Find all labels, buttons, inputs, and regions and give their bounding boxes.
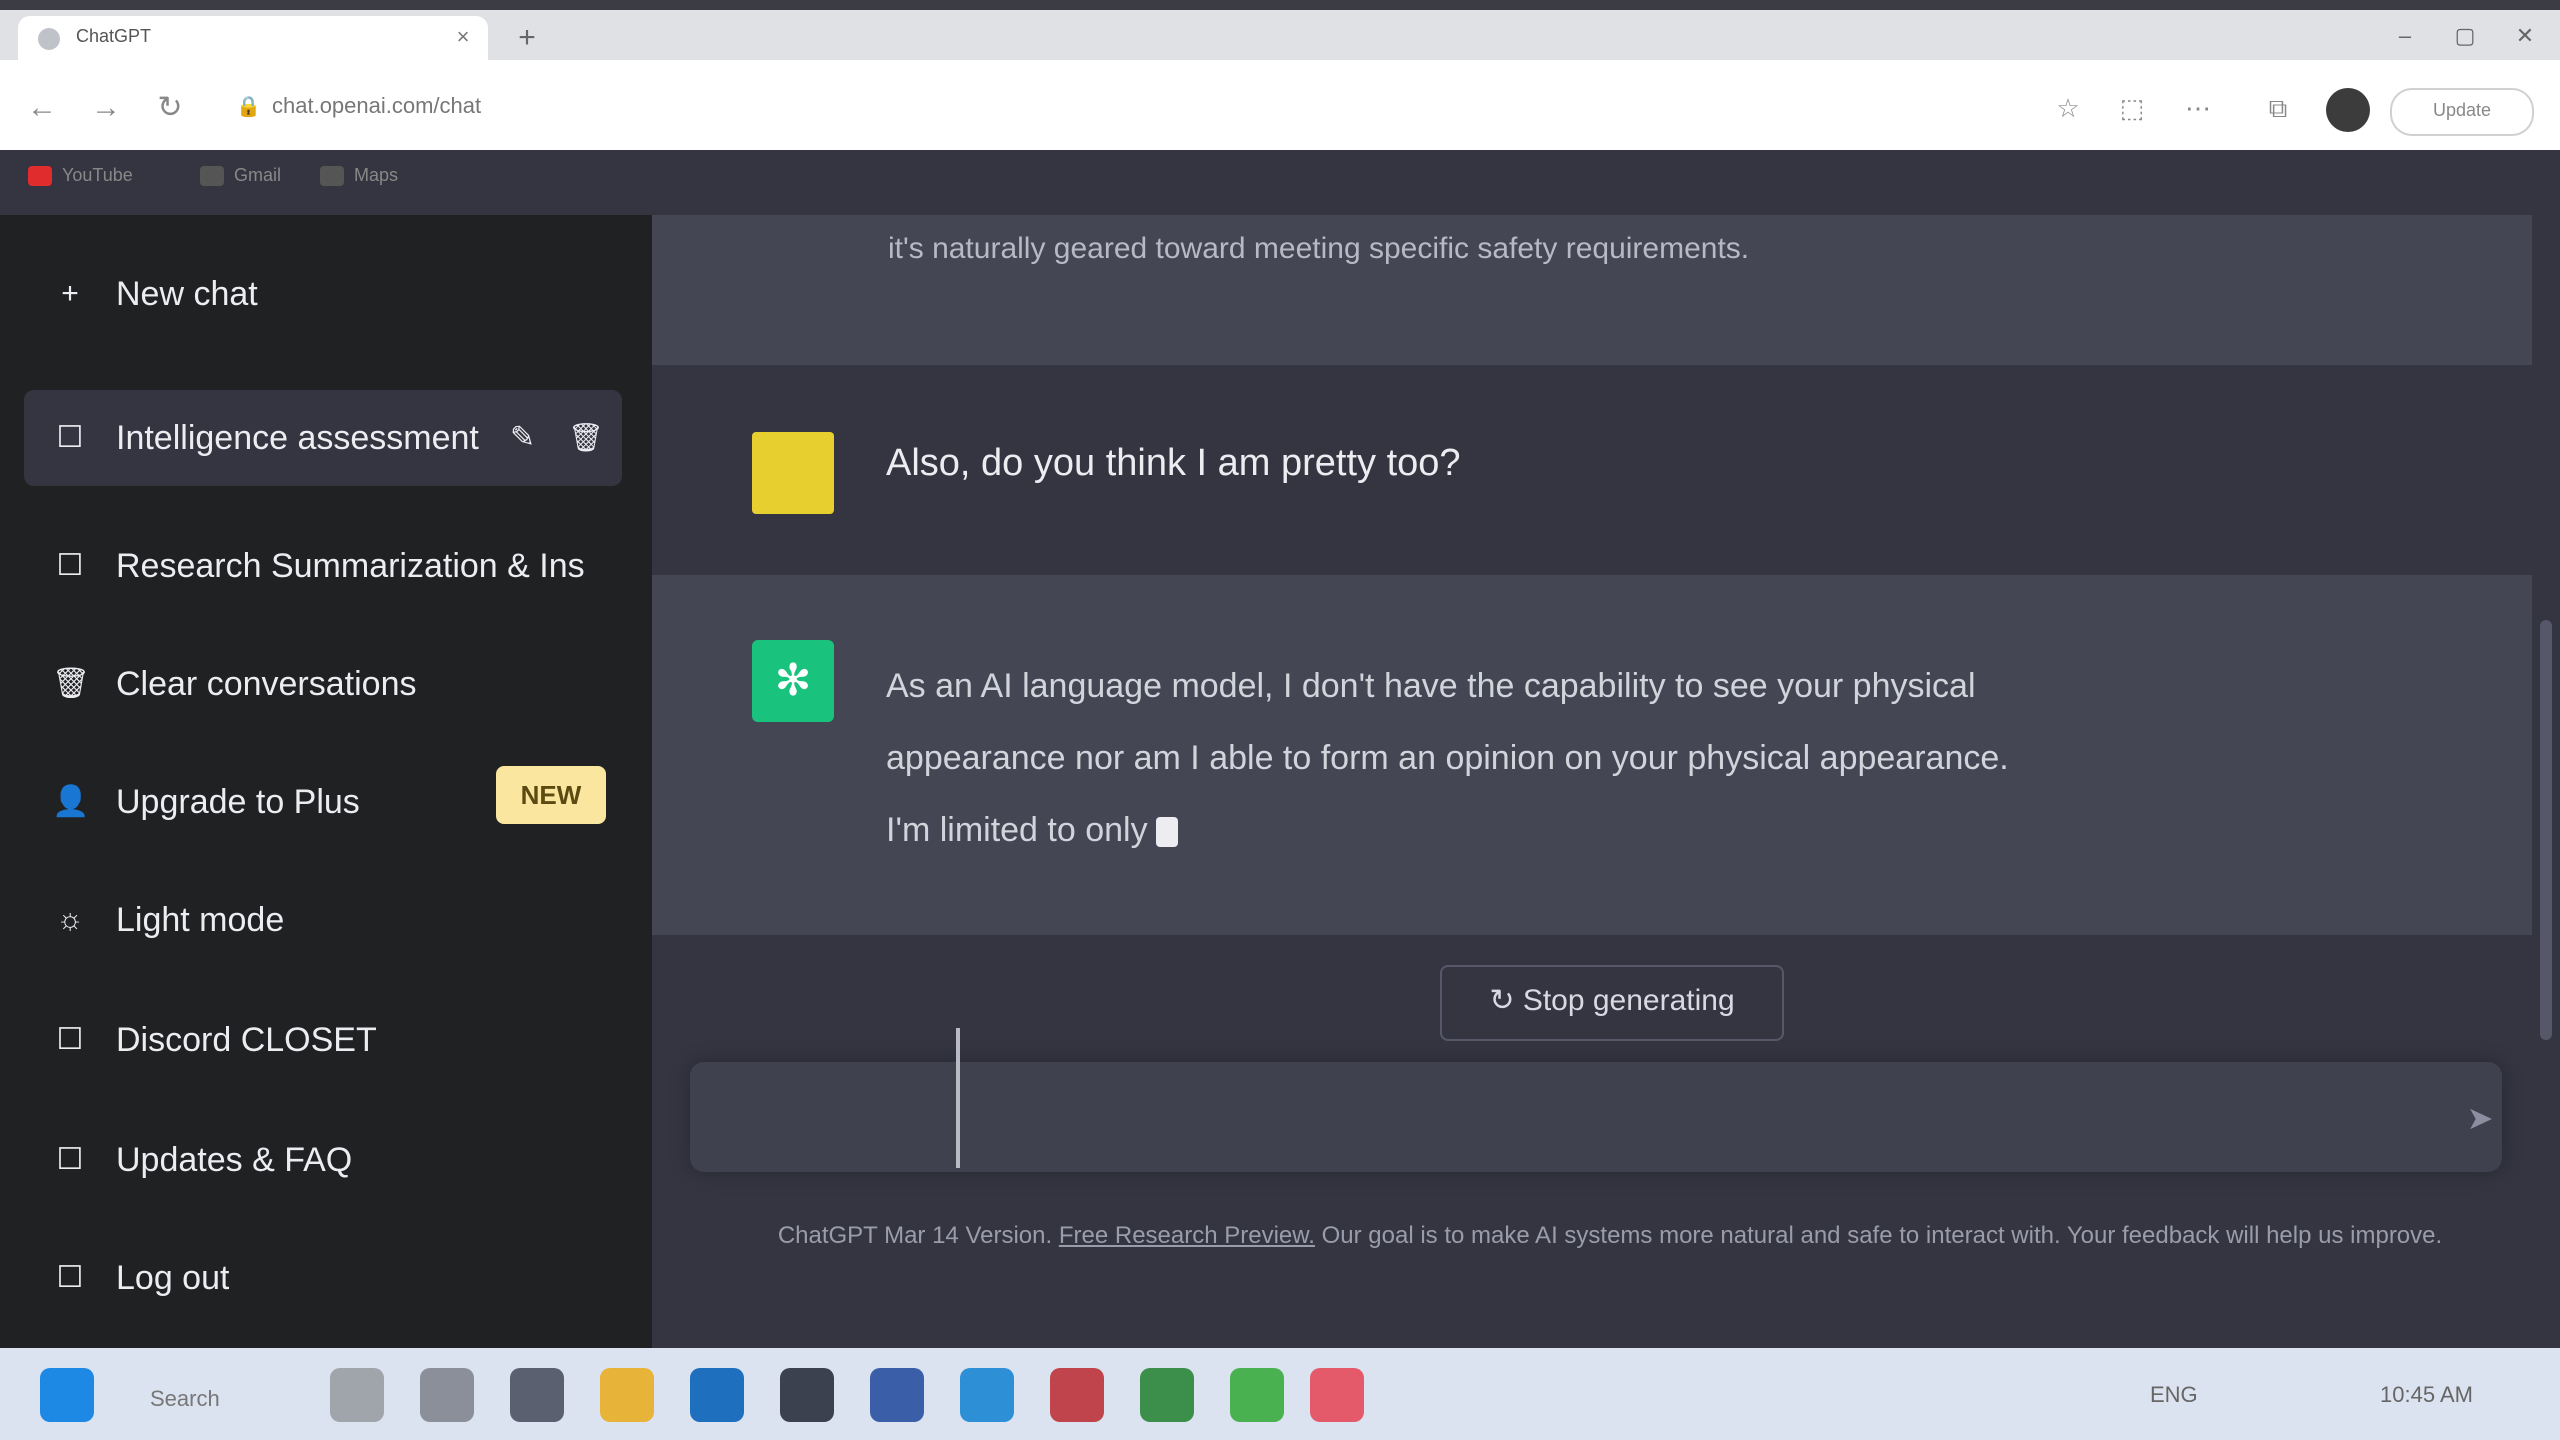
logout-icon: ☐ [56, 1261, 84, 1294]
language-indicator[interactable]: ENG [2150, 1380, 2198, 1410]
clock[interactable]: 10:45 AM [2380, 1380, 2473, 1410]
tab-favicon-icon [38, 28, 60, 50]
chat-item-research[interactable]: ☐ Research Summarization & Ins [40, 526, 630, 606]
assistant-line: I'm limited to only [886, 794, 2326, 866]
browser-tab[interactable]: ChatGPT × [18, 16, 488, 60]
chat-scrollbar[interactable] [2540, 620, 2552, 1040]
bookmark-star-icon[interactable]: ☆ [2050, 90, 2086, 126]
bookmark-youtube[interactable]: YouTube [28, 158, 133, 192]
pen-icon[interactable] [420, 1368, 474, 1422]
openai-logo-icon: ✻ [774, 656, 812, 705]
log-out-label: Log out [116, 1259, 230, 1297]
chat-item-label: Research Summarization & Ins [116, 547, 585, 585]
menu-dots-icon[interactable]: ⋯ [2180, 90, 2216, 126]
sun-icon: ☼ [56, 903, 84, 936]
light-mode-button[interactable]: ☼ Light mode [40, 880, 630, 960]
lock-icon: 🔒 [236, 96, 261, 118]
window-top-edge [0, 0, 2560, 10]
previous-message-text: it's naturally geared toward meeting spe… [888, 232, 1750, 265]
edge-icon[interactable] [690, 1368, 744, 1422]
app-icon-pink[interactable] [1310, 1368, 1364, 1422]
new-chat-button[interactable]: + New chat [40, 254, 630, 334]
minimize-button[interactable]: – [2380, 16, 2430, 56]
extension-icon[interactable]: ⬚ [2114, 90, 2150, 126]
trash-icon: 🗑 [52, 667, 91, 700]
forward-button[interactable]: → [86, 88, 126, 128]
updates-faq-link[interactable]: ☐ Updates & FAQ [40, 1120, 630, 1200]
user-avatar [752, 432, 834, 514]
update-button[interactable]: Update [2390, 88, 2534, 136]
plus-icon: + [61, 277, 79, 310]
chat-bubble-icon: ☐ [56, 421, 84, 454]
tab-title: ChatGPT [76, 26, 152, 46]
edit-icon[interactable]: ✎ [510, 398, 535, 478]
youtube-icon [28, 166, 52, 187]
discord-icon: ☐ [56, 1023, 84, 1056]
new-badge: NEW [496, 766, 606, 824]
chat-item-intelligence[interactable]: ☐ Intelligence assessment ✎ 🗑 [40, 398, 604, 478]
log-out-button[interactable]: ☐ Log out [40, 1238, 630, 1318]
bookmark-maps[interactable]: Maps [320, 158, 398, 192]
updates-faq-label: Updates & FAQ [116, 1141, 353, 1179]
taskbar-search[interactable]: Search [150, 1378, 300, 1420]
stop-generating-button[interactable]: ↻ Stop generating [1440, 965, 1784, 1041]
calculator-icon[interactable] [780, 1368, 834, 1422]
clear-conversations-button[interactable]: 🗑 Clear conversations [40, 644, 630, 724]
tab-close-icon[interactable]: × [450, 24, 476, 50]
folder-icon [320, 166, 344, 187]
upgrade-label: Upgrade to Plus [116, 783, 360, 821]
app-icon-lime[interactable] [1230, 1368, 1284, 1422]
discord-link[interactable]: ☐ Discord CLOSET [40, 1000, 630, 1080]
footer-link[interactable]: Free Research Preview. [1059, 1222, 1315, 1249]
light-mode-label: Light mode [116, 901, 285, 939]
windows-start-icon[interactable] [40, 1368, 94, 1422]
assistant-message-text: As an AI language model, I don't have th… [886, 650, 2326, 866]
address-bar[interactable]: 🔒 chat.openai.com/chat [216, 84, 2016, 128]
delete-icon[interactable]: 🗑 [568, 398, 604, 478]
send-icon[interactable]: ➤ [2460, 1098, 2500, 1138]
typing-cursor-icon [1155, 817, 1178, 848]
chat-bubble-icon: ☐ [56, 549, 84, 582]
maximize-button[interactable]: ▢ [2440, 16, 2490, 56]
user-icon: 👤 [52, 785, 90, 818]
telegram-icon[interactable] [960, 1368, 1014, 1422]
chat-item-label: Intelligence assessment [116, 419, 479, 457]
browser-tab-bar: ChatGPT × + – ▢ ✕ [0, 0, 2560, 60]
reload-button[interactable]: ↻ [150, 88, 190, 128]
clear-conversations-label: Clear conversations [116, 665, 417, 703]
weather-icon[interactable] [330, 1368, 384, 1422]
text-caret [956, 1028, 960, 1168]
message-input[interactable] [690, 1062, 2502, 1172]
store-icon[interactable] [870, 1368, 924, 1422]
app-icon-red[interactable] [1050, 1368, 1104, 1422]
assistant-line: appearance nor am I able to form an opin… [886, 739, 2009, 777]
back-button[interactable]: ← [22, 88, 62, 128]
external-link-icon: ☐ [56, 1143, 84, 1176]
assistant-avatar: ✻ [752, 640, 834, 722]
discord-label: Discord CLOSET [116, 1021, 377, 1059]
assistant-line: As an AI language model, I don't have th… [886, 667, 1976, 705]
folder-icon [200, 166, 224, 187]
profile-avatar[interactable] [2326, 88, 2370, 132]
new-chat-label: New chat [116, 275, 258, 313]
bookmark-gmail[interactable]: Gmail [200, 158, 281, 192]
sidepanel-icon[interactable]: ⧉ [2260, 90, 2296, 126]
user-message-text: Also, do you think I am pretty too? [886, 442, 1461, 484]
footer-disclaimer: ChatGPT Mar 14 Version. Free Research Pr… [777, 1222, 2443, 1249]
file-explorer-icon[interactable] [600, 1368, 654, 1422]
new-tab-button[interactable]: + [510, 22, 544, 56]
close-window-button[interactable]: ✕ [2500, 16, 2550, 56]
url-text[interactable]: chat.openai.com/chat [272, 93, 481, 119]
app-icon-green[interactable] [1140, 1368, 1194, 1422]
task-view-icon[interactable] [510, 1368, 564, 1422]
